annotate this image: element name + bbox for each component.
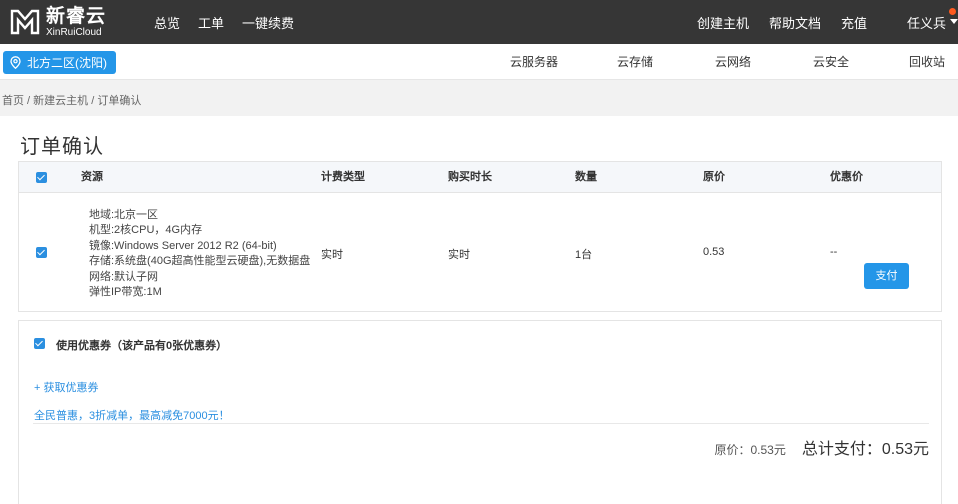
row-checkbox[interactable] <box>36 247 47 258</box>
column-header-original-price: 原价 <box>703 171 725 183</box>
resource-network: 网络:默认子网 <box>89 270 159 283</box>
column-header-duration: 购买时长 <box>448 171 492 183</box>
nav-create-host[interactable]: 创建主机 <box>697 13 749 32</box>
order-table: 资源 计费类型 购买时长 数量 原价 优惠价 地域:北京一区 机型:2核CPU，… <box>18 161 942 312</box>
table-header: 资源 计费类型 购买时长 数量 原价 优惠价 <box>19 162 941 193</box>
resource-instance-type: 机型:2核CPU，4G内存 <box>89 224 203 237</box>
secondary-nav: 创建主机 帮助文档 充值 任义兵 <box>677 0 958 44</box>
column-header-billing: 计费类型 <box>321 171 365 183</box>
resource-region: 地域:北京一区 <box>89 209 159 221</box>
coupon-label: 使用优惠券（该产品有0张优惠券） <box>56 340 228 352</box>
logo-icon <box>10 9 40 35</box>
page-title: 订单确认 <box>20 136 104 158</box>
logo-name-cn: 新睿云 <box>46 5 107 27</box>
chevron-down-icon <box>950 18 958 24</box>
logo-text: 新睿云 XinRuiCloud <box>46 7 106 38</box>
location-pin-icon <box>10 56 21 69</box>
use-coupon-checkbox[interactable] <box>34 338 45 349</box>
nav-recharge[interactable]: 充值 <box>841 13 867 32</box>
region-selector-button[interactable]: 北方二区(沈阳) <box>3 51 116 74</box>
subnav-recycle-bin[interactable]: 回收站 <box>909 44 945 80</box>
nav-help-docs[interactable]: 帮助文档 <box>769 13 821 32</box>
sub-navbar: 北方二区(沈阳) 云服务器 云存储 云网络 云安全 回收站 <box>0 44 958 80</box>
column-header-resource: 资源 <box>81 171 103 183</box>
get-coupon-link[interactable]: + 获取优惠券 <box>34 379 98 395</box>
resource-image: 镜像:Windows Server 2012 R2 (64-bit) <box>89 239 277 252</box>
breadcrumb: 首页 / 新建云主机 / 订单确认 <box>2 95 142 107</box>
resource-bandwidth: 弹性IP带宽:1M <box>89 286 162 299</box>
cell-quantity: 1台 <box>575 249 593 261</box>
pay-button[interactable]: 支付 <box>864 263 909 289</box>
select-all-checkbox[interactable] <box>36 172 47 183</box>
nav-tickets[interactable]: 工单 <box>198 13 224 32</box>
column-header-discount-price: 优惠价 <box>830 171 863 183</box>
column-header-quantity: 数量 <box>575 171 597 183</box>
logo[interactable]: 新睿云 XinRuiCloud <box>10 6 106 38</box>
nav-renew[interactable]: 一键续费 <box>242 13 294 32</box>
logo-name-en: XinRuiCloud <box>46 26 102 38</box>
subnav-cloud-network[interactable]: 云网络 <box>715 44 751 80</box>
cell-discount-price: -- <box>830 246 838 258</box>
resource-details: 地域:北京一区 机型:2核CPU，4G内存 镜像:Windows Server … <box>89 208 310 300</box>
notification-dot <box>949 7 956 15</box>
order-confirm-card: 订单确认 资源 计费类型 购买时长 数量 原价 优惠价 地域:北京一区 机型:2… <box>0 116 958 504</box>
user-menu[interactable]: 任义兵 <box>887 7 958 32</box>
subnav-cloud-server[interactable]: 云服务器 <box>510 44 558 80</box>
order-totals: 原价：0.53元 总计支付：0.53元 <box>714 435 929 459</box>
region-label: 北方二区(沈阳) <box>27 56 107 70</box>
nav-overview[interactable]: 总览 <box>154 13 180 32</box>
cell-original-price: 0.53 <box>703 246 725 258</box>
total-payment: 总计支付：0.53元 <box>801 441 929 458</box>
top-navbar: 新睿云 XinRuiCloud 总览 工单 一键续费 创建主机 帮助文档 充值 … <box>0 0 958 44</box>
promo-link[interactable]: 全民普惠，3折减单，最高减免7000元！ <box>34 407 230 423</box>
divider <box>33 423 929 424</box>
coupon-section: 使用优惠券（该产品有0张优惠券） + 获取优惠券 全民普惠，3折减单，最高减免7… <box>18 320 942 504</box>
cell-billing: 实时 <box>321 249 343 261</box>
user-name: 任义兵 <box>906 15 946 31</box>
subnav-cloud-storage[interactable]: 云存储 <box>617 44 653 80</box>
original-price-total: 原价：0.53元 <box>714 443 786 457</box>
primary-nav: 总览 工单 一键续费 <box>154 0 312 44</box>
subnav-cloud-security[interactable]: 云安全 <box>813 44 849 80</box>
cell-duration: 实时 <box>448 249 470 261</box>
resource-storage: 存储:系统盘(40G超高性能型云硬盘),无数据盘 <box>89 255 311 268</box>
